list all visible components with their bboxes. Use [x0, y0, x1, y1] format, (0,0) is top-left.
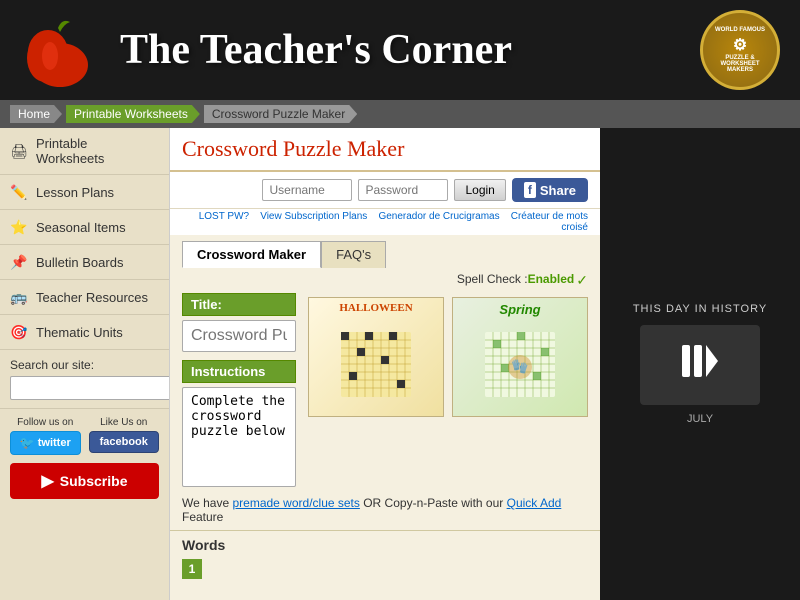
words-section: Words 1: [170, 530, 600, 585]
spell-check-status: Enabled: [528, 272, 575, 289]
tabs-row: Crossword Maker FAQ's: [170, 235, 600, 268]
halloween-preview: HALLOWEEN: [308, 297, 444, 417]
thematic-icon: 🎯: [10, 323, 28, 341]
sidebar-item-printable[interactable]: 🖨 Printable Worksheets: [0, 128, 169, 175]
checkmark-icon: ✓: [576, 272, 588, 289]
content-header: Crossword Puzzle Maker: [170, 128, 600, 172]
twitter-bird-icon: 🐦: [20, 436, 35, 450]
resources-icon: 🚌: [10, 288, 28, 306]
video-date: JULY: [687, 413, 713, 425]
premade-link[interactable]: premade word/clue sets: [232, 496, 359, 510]
site-title: The Teacher's Corner: [120, 26, 700, 74]
sidebar-item-lesson[interactable]: ✏️ Lesson Plans: [0, 175, 169, 210]
video-title: THIS DAY IN HISTORY: [633, 303, 767, 315]
twitter-button[interactable]: 🐦 twitter: [10, 431, 81, 455]
sidebar-item-bulletin[interactable]: 📌 Bulletin Boards: [0, 245, 169, 280]
info-text: We have premade word/clue sets OR Copy-n…: [170, 490, 600, 530]
subscribe-button[interactable]: ▶ Subscribe: [10, 463, 159, 499]
username-input[interactable]: [262, 179, 352, 201]
password-input[interactable]: [358, 179, 448, 201]
preview-images: HALLOWEEN: [308, 297, 588, 417]
site-logo: [20, 10, 100, 90]
quick-add-link[interactable]: Quick Add: [507, 496, 562, 510]
printer-icon: 🖨: [10, 142, 28, 160]
pencil-icon: ✏️: [10, 183, 28, 201]
generator-link[interactable]: Generador de Crucigramas: [378, 211, 499, 222]
preview-area: HALLOWEEN: [308, 293, 588, 490]
breadcrumb-current: Crossword Puzzle Maker: [204, 105, 357, 123]
login-button[interactable]: Login: [454, 179, 505, 201]
lost-pw-link[interactable]: LOST PW?: [199, 211, 249, 222]
instructions-textarea[interactable]: Complete the crossword puzzle below: [182, 387, 296, 487]
twitter-box: Follow us on 🐦 twitter: [10, 417, 81, 455]
spring-preview: Spring: [452, 297, 588, 417]
bulletin-icon: 📌: [10, 253, 28, 271]
sidebar-item-seasonal[interactable]: ⭐ Seasonal Items: [0, 210, 169, 245]
halloween-grid-svg: TRICK OR TREAT: [336, 312, 416, 402]
facebook-button[interactable]: facebook: [89, 431, 160, 453]
play-icon: [680, 341, 720, 389]
video-player[interactable]: [640, 325, 760, 405]
page-title: Crossword Puzzle Maker: [182, 136, 588, 162]
tab-crossword-maker[interactable]: Crossword Maker: [182, 241, 321, 268]
breadcrumb-printable[interactable]: Printable Worksheets: [66, 105, 200, 123]
search-label: Search our site:: [10, 358, 159, 372]
creator-link[interactable]: Créateur de mots croisé: [511, 211, 588, 233]
main-layout: 🖨 Printable Worksheets ✏️ Lesson Plans ⭐…: [0, 128, 800, 600]
form-area: Title: Instructions Complete the crosswo…: [170, 293, 600, 490]
facebook-box: Like Us on facebook: [89, 417, 160, 455]
tab-faq[interactable]: FAQ's: [321, 241, 386, 268]
content-area: Crossword Puzzle Maker Login f Share LOS…: [170, 128, 600, 600]
facebook-f-icon: f: [524, 182, 536, 198]
word-number: 1: [182, 559, 202, 579]
spell-check-row: Spell Check : Enabled ✓: [170, 268, 600, 293]
share-button[interactable]: f Share: [512, 178, 588, 202]
title-input[interactable]: [182, 320, 296, 352]
subscription-link[interactable]: View Subscription Plans: [260, 211, 367, 222]
title-field-label: Title:: [182, 293, 296, 316]
badge: WORLD FAMOUS ⚙ PUZZLE & WORKSHEET MAKERS: [700, 10, 780, 90]
sidebar-item-thematic[interactable]: 🎯 Thematic Units: [0, 315, 169, 350]
youtube-icon: ▶: [41, 471, 53, 491]
words-title: Words: [182, 537, 588, 553]
site-header: The Teacher's Corner WORLD FAMOUS ⚙ PUZZ…: [0, 0, 800, 100]
svg-text:🧤: 🧤: [511, 358, 528, 374]
breadcrumb: Home Printable Worksheets Crossword Puzz…: [0, 100, 800, 128]
search-input[interactable]: [10, 376, 170, 400]
search-section: Search our site: 🔍: [0, 350, 169, 409]
login-row: Login f Share: [170, 172, 600, 209]
seasonal-icon: ⭐: [10, 218, 28, 236]
social-section: Follow us on 🐦 twitter Like Us on facebo…: [0, 409, 169, 507]
login-links: LOST PW? View Subscription Plans Generad…: [170, 209, 600, 235]
breadcrumb-home[interactable]: Home: [10, 105, 62, 123]
form-left: Title: Instructions Complete the crosswo…: [182, 293, 296, 490]
right-panel: THIS DAY IN HISTORY JULY: [600, 128, 800, 600]
sidebar: 🖨 Printable Worksheets ✏️ Lesson Plans ⭐…: [0, 128, 170, 600]
spring-grid-svg: 🧤: [480, 312, 560, 402]
instructions-field-label: Instructions: [182, 360, 296, 383]
sidebar-item-resources[interactable]: 🚌 Teacher Resources: [0, 280, 169, 315]
